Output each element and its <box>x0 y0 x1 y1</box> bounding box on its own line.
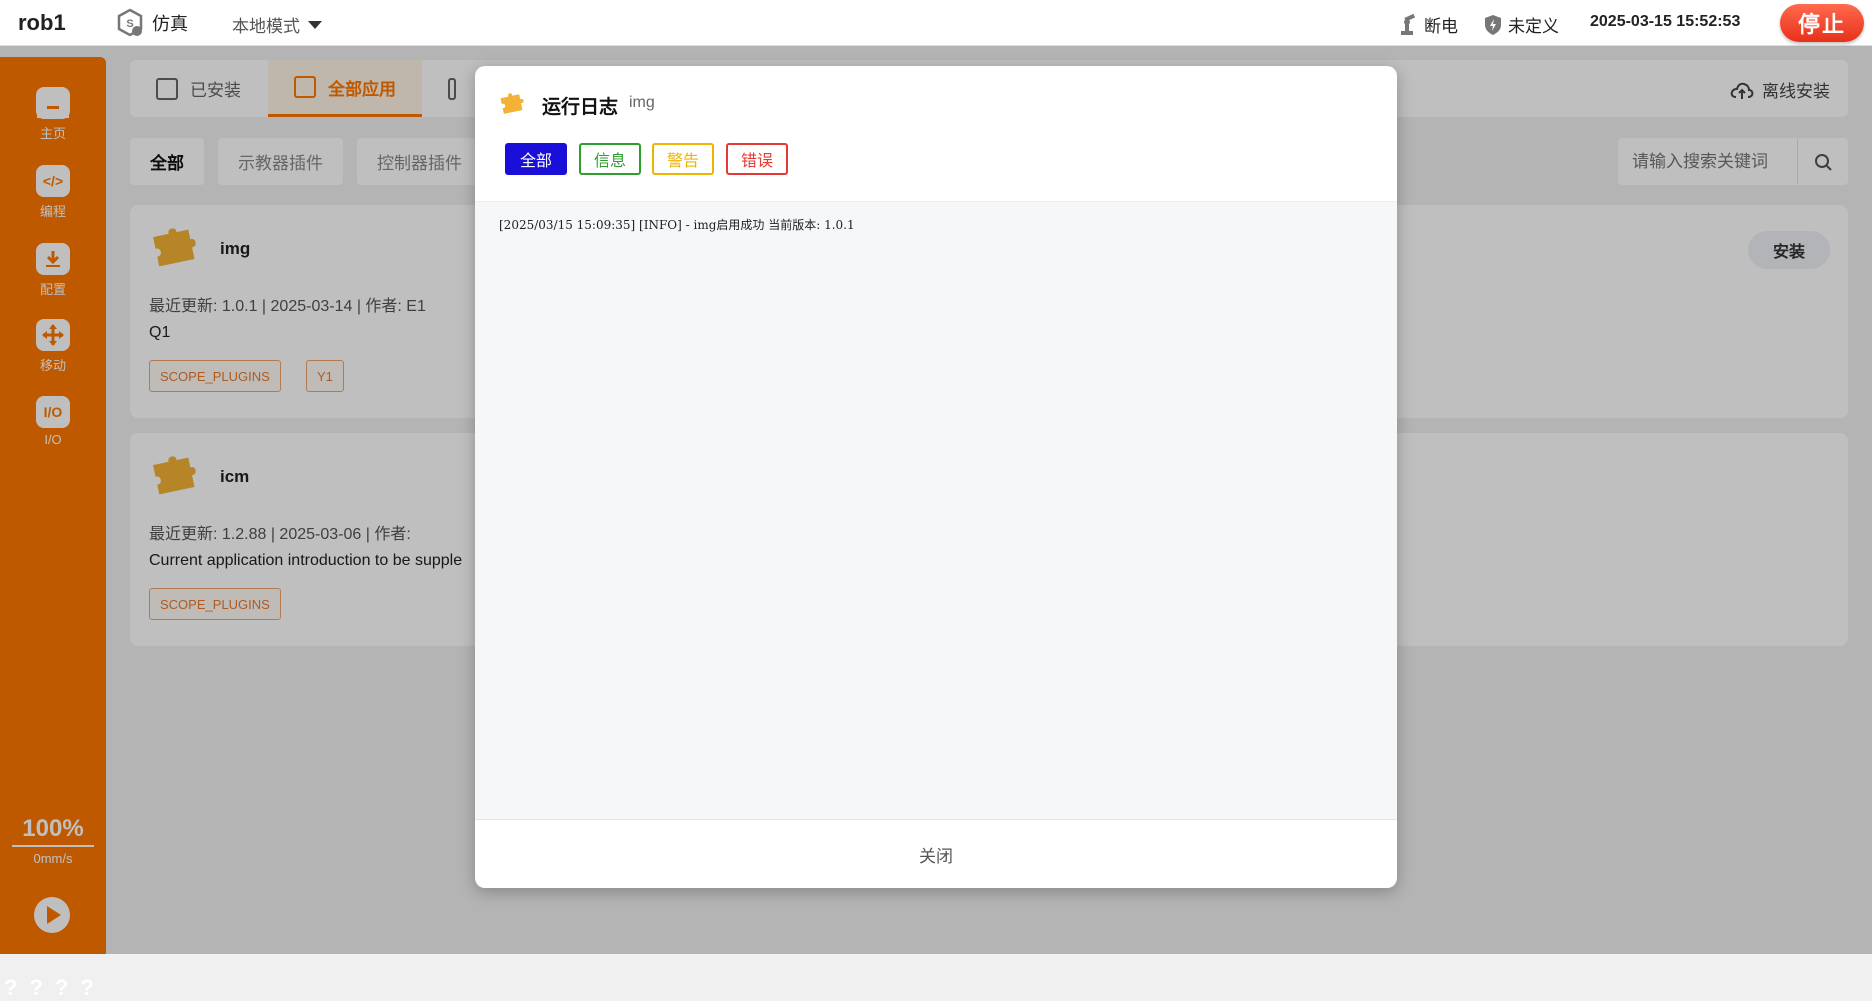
log-filter-info[interactable]: 信息 <box>579 143 641 175</box>
mode-label: 本地模式 <box>232 17 300 36</box>
simulation-icon: S <box>117 8 143 37</box>
chevron-down-icon <box>308 20 322 29</box>
stop-button[interactable]: 停止 <box>1780 4 1864 42</box>
status-mark: ? <box>54 975 69 1000</box>
run-log-dialog: 运行日志 img 全部 信息 警告 错误 [2025/03/15 15:09:3… <box>475 66 1397 888</box>
log-line: [2025/03/15 15:09:35] [INFO] - img启用成功 当… <box>499 218 855 232</box>
log-filter-error[interactable]: 错误 <box>726 143 788 175</box>
sim-label: 仿真 <box>152 14 188 34</box>
safety-status[interactable]: 未定义 <box>1484 12 1559 37</box>
dialog-subtitle: img <box>629 94 655 111</box>
datetime: 2025-03-15 15:52:53 <box>1590 13 1741 30</box>
log-output[interactable]: [2025/03/15 15:09:35] [INFO] - img启用成功 当… <box>475 201 1397 820</box>
status-mark: ? <box>80 975 94 1000</box>
power-status-label: 断电 <box>1424 17 1458 36</box>
status-mark: ? <box>29 975 43 1000</box>
mode-dropdown[interactable]: 本地模式 <box>232 12 322 37</box>
safety-status-label: 未定义 <box>1508 17 1559 36</box>
top-bar: rob1 S 仿真 本地模式 断电 未定义 2025-03-15 15:52:5… <box>0 0 1872 46</box>
dialog-header: 运行日志 img 全部 信息 警告 错误 <box>475 66 1397 201</box>
log-filter-warn[interactable]: 警告 <box>652 143 714 175</box>
log-filter-all[interactable]: 全部 <box>505 143 567 175</box>
shield-icon <box>1485 14 1501 35</box>
bottom-status-marks: ? ? ? ? <box>4 975 94 1001</box>
power-status[interactable]: 断电 <box>1398 12 1458 37</box>
robot-name: rob1 <box>18 10 66 35</box>
status-mark: ? <box>4 975 18 1000</box>
dialog-title: 运行日志 <box>542 97 619 118</box>
sim-toggle[interactable]: S 仿真 <box>116 8 188 38</box>
robot-arm-icon <box>1401 13 1416 35</box>
puzzle-icon <box>500 93 524 114</box>
close-button[interactable]: 关闭 <box>475 820 1397 888</box>
svg-text:S: S <box>126 18 133 30</box>
